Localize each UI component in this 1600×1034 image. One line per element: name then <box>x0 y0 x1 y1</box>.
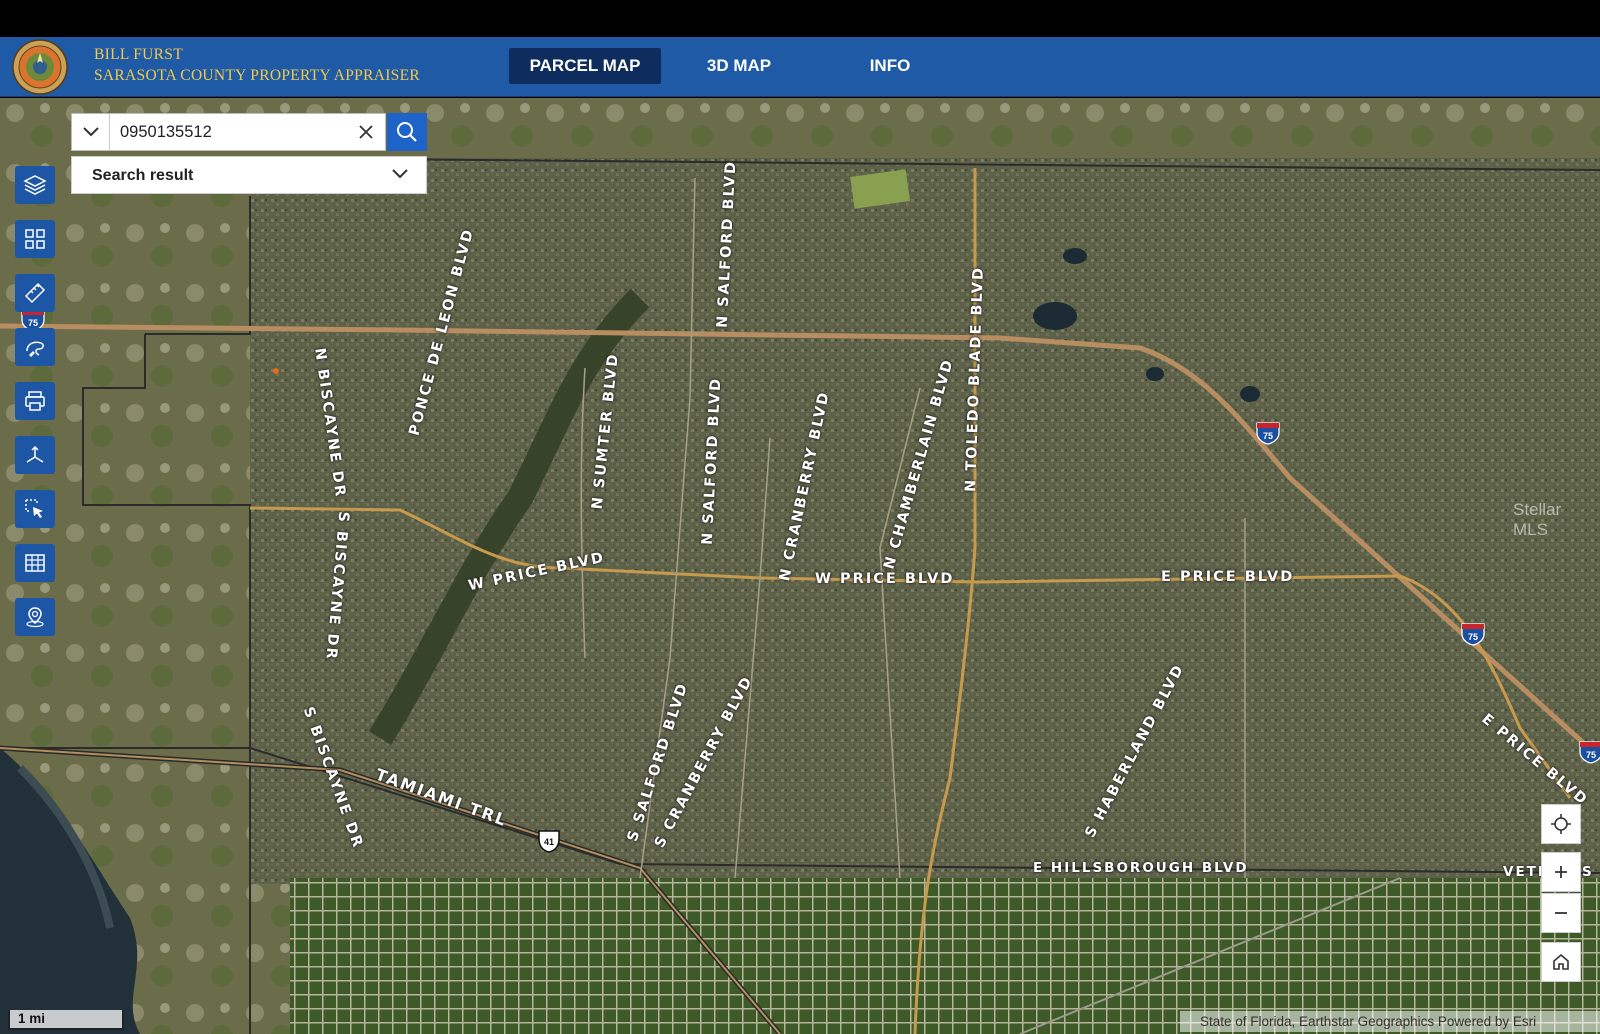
basemap-gallery-button[interactable] <box>15 220 55 258</box>
interstate-shield-icon: 75 <box>1256 422 1280 445</box>
search-button[interactable] <box>387 113 427 151</box>
chevron-down-icon <box>392 169 408 179</box>
shield-number: 41 <box>544 837 554 847</box>
locate-me-button[interactable] <box>1541 804 1581 844</box>
locate-address-icon <box>26 607 44 628</box>
top-black-bar <box>0 0 1600 37</box>
crosshair-icon <box>1551 814 1571 834</box>
draw-button[interactable] <box>15 328 55 366</box>
close-icon <box>359 125 373 139</box>
app-header: BILL FURST SARASOTA COUNTY PROPERTY APPR… <box>0 37 1600 97</box>
search-input[interactable] <box>112 114 347 150</box>
minus-icon <box>1555 912 1567 914</box>
shield-number: 75 <box>1586 750 1596 760</box>
road-label: E PRICE BLVD <box>1161 569 1295 585</box>
layers-icon <box>23 175 47 195</box>
tab-info[interactable]: INFO <box>850 48 930 84</box>
shield-number: 75 <box>1468 632 1478 642</box>
print-button[interactable] <box>15 382 55 420</box>
coordinate-icon <box>26 445 44 463</box>
measure-icon <box>24 282 46 304</box>
attribute-table-button[interactable] <box>15 544 55 582</box>
home-button[interactable] <box>1541 942 1581 982</box>
zoom-in-button[interactable] <box>1541 852 1581 892</box>
draw-icon <box>26 341 44 357</box>
select-button[interactable] <box>15 490 55 528</box>
shield-number: 75 <box>1263 431 1273 441</box>
chevron-down-icon <box>82 127 99 137</box>
locate-address-button[interactable] <box>15 598 55 636</box>
road-label: E HILLSBOROUGH BLVD <box>1033 860 1249 876</box>
search-result-dropdown[interactable]: Search result <box>71 156 427 194</box>
search-source-dropdown[interactable] <box>72 114 110 150</box>
road-label: S <box>1582 864 1594 880</box>
shield-number: 75 <box>28 318 38 328</box>
measure-button[interactable] <box>15 274 55 312</box>
interstate-shield-icon: 75 <box>1579 741 1600 764</box>
search-icon <box>397 122 417 142</box>
org-name: BILL FURST SARASOTA COUNTY PROPERTY APPR… <box>94 44 420 86</box>
clear-search-button[interactable] <box>351 114 381 150</box>
us-route-shield-icon: 41 <box>538 830 560 853</box>
home-icon <box>1553 953 1569 970</box>
map-attribution: State of Florida, Earthstar Geographics … <box>1180 1011 1600 1032</box>
search-box <box>71 113 386 151</box>
org-title: SARASOTA COUNTY PROPERTY APPRAISER <box>94 67 420 84</box>
basemap-gallery-icon <box>25 229 45 249</box>
watermark: Stellar MLS <box>1513 500 1562 539</box>
appraiser-name: BILL FURST <box>94 46 183 63</box>
table-icon <box>25 554 45 572</box>
layers-button[interactable] <box>15 166 55 204</box>
county-seal-logo <box>12 39 68 95</box>
tab-3d-map[interactable]: 3D MAP <box>689 48 789 84</box>
scale-bar: 1 mi <box>8 1010 124 1030</box>
interstate-shield-icon: 75 <box>1461 623 1485 646</box>
search-result-label: Search result <box>92 167 194 184</box>
road-label: W PRICE BLVD <box>815 571 955 587</box>
satellite-basemap <box>0 98 1600 1034</box>
print-icon <box>25 391 45 411</box>
coordinate-button[interactable] <box>15 436 55 474</box>
zoom-out-button[interactable] <box>1541 893 1581 933</box>
map-view[interactable]: N SALFORD BLVD PONCE DE LEON BLVD N TOLE… <box>0 98 1600 1034</box>
tab-parcel-map[interactable]: PARCEL MAP <box>509 48 661 84</box>
select-icon <box>25 499 43 518</box>
plus-icon <box>1555 866 1567 878</box>
